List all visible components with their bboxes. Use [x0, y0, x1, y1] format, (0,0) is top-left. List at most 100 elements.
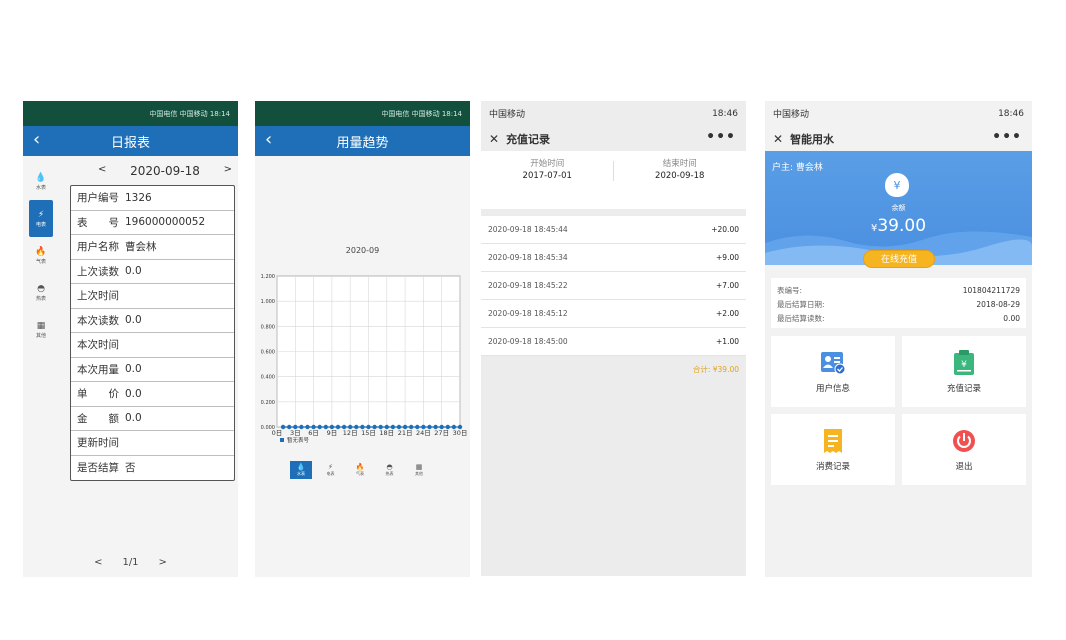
data-point: [384, 424, 389, 430]
data-point: [317, 424, 322, 430]
data-point: [457, 424, 463, 430]
status-bar: 中国电信 中国移动 18:14: [255, 101, 470, 126]
x-tick-label: 6日: [308, 429, 319, 437]
title-bar: ✕ 智能用水 •••: [765, 126, 1032, 151]
function-grid: 用户信息 ¥ 充值记录 消费记录 退出: [771, 336, 1026, 485]
record-row[interactable]: 2020-09-18 18:45:34 +9.00: [481, 244, 746, 272]
date-selector: < 2020-09-18 >: [95, 164, 235, 178]
consumption-record-tile[interactable]: 消费记录: [771, 414, 895, 485]
tab-other[interactable]: ▦ 其他: [408, 461, 430, 479]
record-amount: +7.00: [716, 281, 739, 290]
sidebar-item-label: 气表: [35, 258, 46, 265]
start-date-picker[interactable]: 开始时间 2017-07-01: [481, 151, 614, 209]
lightning-icon: ⚡: [328, 463, 333, 471]
data-point: [427, 424, 432, 430]
recharge-records-screen: 中国移动 18:46 ✕ 充值记录 ••• 开始时间 2017-07-01 结束…: [481, 101, 746, 576]
data-point: [402, 424, 408, 430]
usage-chart: 0.0000.2000.4000.6000.8001.0001.2000日 3日 6…: [261, 274, 468, 444]
tab-electric[interactable]: ⚡ 电表: [320, 461, 342, 479]
svg-text:¥: ¥: [961, 360, 967, 370]
row-label: 表 号: [77, 216, 119, 229]
y-tick-label: 0.400: [261, 375, 275, 381]
close-icon[interactable]: ✕: [773, 132, 783, 146]
report-row: 上次时间: [71, 284, 234, 309]
current-date: 2020-09-18: [130, 164, 200, 178]
data-point: [372, 424, 377, 430]
record-row[interactable]: 2020-09-18 18:45:00 +1.00: [481, 328, 746, 356]
x-tick-label: 12日: [343, 429, 358, 437]
lightning-icon: ⚡: [37, 209, 45, 220]
flame-icon: 🔥: [35, 246, 47, 257]
record-list: 2020-09-18 18:45:44 +20.00 2020-09-18 18:4…: [481, 216, 746, 356]
receipt-icon: [820, 428, 846, 454]
sidebar-item-label: 电表: [35, 221, 46, 228]
user-info-tile[interactable]: 用户信息: [771, 336, 895, 407]
prev-page-button[interactable]: <: [94, 557, 102, 568]
heat-gauge-icon: ◓: [386, 463, 393, 471]
y-tick-label: 0.200: [261, 400, 275, 406]
sidebar-item-heat[interactable]: ◓ 热表: [29, 274, 53, 311]
prev-date-button[interactable]: <: [95, 164, 109, 178]
data-point: [323, 424, 328, 430]
record-row[interactable]: 2020-09-18 18:45:12 +2.00: [481, 300, 746, 328]
chart-title: 2020-09: [345, 246, 380, 255]
row-label: 金 额: [77, 412, 119, 425]
data-point: [280, 424, 286, 430]
x-tick-label: 0日: [272, 429, 283, 437]
row-label: 本次用量: [77, 363, 119, 376]
more-icon[interactable]: •••: [706, 129, 736, 145]
sidebar-item-water[interactable]: 💧 水表: [29, 163, 53, 200]
sidebar-item-electric[interactable]: ⚡ 电表: [29, 200, 53, 237]
sidebar-item-gas[interactable]: 🔥 气表: [29, 237, 53, 274]
x-tick-label: 18日: [379, 429, 394, 437]
info-row: 最后结算日期: 2018-08-29: [777, 297, 1020, 311]
x-tick-label: 15日: [361, 429, 376, 437]
record-row[interactable]: 2020-09-18 18:45:22 +7.00: [481, 272, 746, 300]
online-recharge-button[interactable]: 在线充值: [863, 250, 935, 268]
tile-label: 充值记录: [946, 383, 981, 394]
tab-water[interactable]: 💧 水表: [290, 461, 312, 479]
total-amount: 合计: ¥39.00: [692, 364, 739, 374]
row-label: 用户名称: [77, 241, 119, 254]
more-icon[interactable]: •••: [992, 129, 1022, 145]
next-page-button[interactable]: >: [159, 557, 167, 568]
end-date-picker[interactable]: 结束时间 2020-09-18: [614, 151, 747, 209]
tab-label: 其他: [415, 471, 423, 476]
page-indicator: 1/1: [122, 557, 139, 568]
row-label: 用户编号: [77, 192, 119, 205]
data-point: [299, 424, 304, 430]
back-arrow-icon[interactable]: ‹: [265, 130, 272, 150]
record-row[interactable]: 2020-09-18 18:45:44 +20.00: [481, 216, 746, 244]
info-value: 101804211729: [962, 285, 1020, 295]
owner-name: 户主: 曹会林: [772, 163, 823, 173]
user-card-icon: [820, 350, 846, 376]
data-point: [287, 424, 292, 430]
status-text: 中国电信 中国移动 18:14: [381, 109, 462, 118]
tab-gas[interactable]: 🔥 气表: [349, 461, 371, 479]
row-label: 上次时间: [77, 290, 119, 303]
x-tick-label: 30日: [453, 429, 468, 437]
data-point: [439, 424, 444, 430]
recharge-record-tile[interactable]: ¥ 充值记录: [902, 336, 1026, 407]
meter-type-tabs: 💧 水表 ⚡ 电表 🔥 气表 ◓ 热表 ▦ 其他: [290, 461, 430, 479]
data-point: [329, 424, 335, 430]
water-drop-icon: 💧: [35, 172, 47, 183]
record-amount: +9.00: [716, 253, 739, 262]
data-point: [366, 424, 371, 430]
flame-icon: 🔥: [355, 463, 365, 471]
status-text: 中国电信 中国移动 18:14: [149, 109, 230, 118]
tab-heat[interactable]: ◓ 热表: [379, 461, 401, 479]
end-date-label: 结束时间: [662, 159, 697, 169]
back-arrow-icon[interactable]: ‹: [33, 130, 40, 150]
row-label: 是否结算: [77, 462, 119, 475]
logout-tile[interactable]: 退出: [902, 414, 1026, 485]
info-row: 最后结算读数: 0.00: [777, 311, 1020, 325]
next-date-button[interactable]: >: [221, 164, 235, 178]
row-value: 0.0: [125, 363, 142, 376]
record-amount: +20.00: [711, 225, 739, 234]
data-point: [348, 424, 353, 430]
close-icon[interactable]: ✕: [489, 132, 499, 146]
data-point: [390, 424, 396, 430]
sidebar-item-other[interactable]: ▦ 其他: [29, 311, 53, 348]
info-row: 表编号: 101804211729: [777, 283, 1020, 297]
